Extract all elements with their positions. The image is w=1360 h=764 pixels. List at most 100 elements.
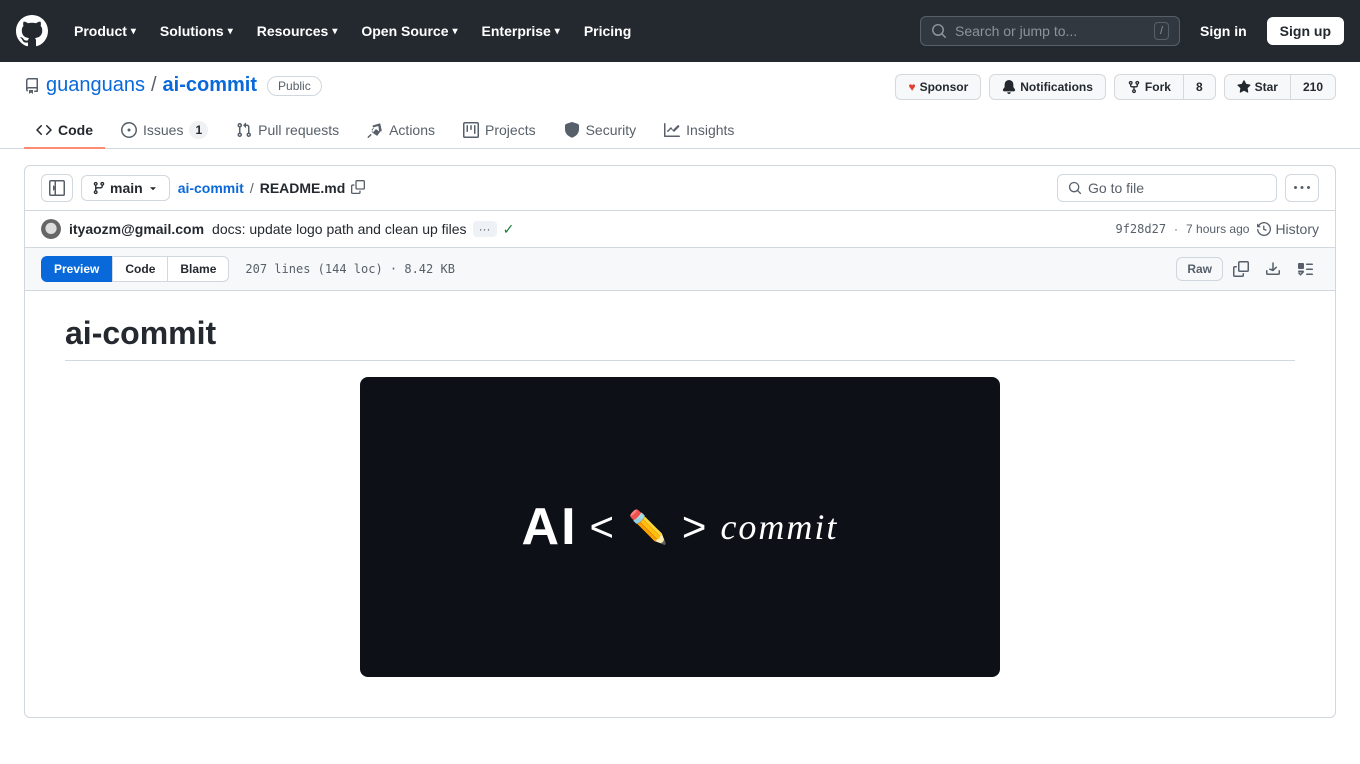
notifications-button[interactable]: Notifications [989, 74, 1106, 100]
product-chevron-icon: ▾ [131, 26, 136, 37]
star-button[interactable]: Star [1224, 74, 1291, 100]
history-button[interactable]: History [1257, 221, 1319, 237]
file-actions: Raw [1176, 257, 1319, 281]
sidebar-icon [49, 180, 65, 196]
readme-banner-image: AI < ✏️ > commit [360, 377, 1000, 677]
repo-tabs: Code Issues 1 Pull requests Actions Proj… [24, 113, 1336, 148]
security-icon [564, 122, 580, 138]
search-icon [931, 23, 947, 39]
search-shortcut: / [1154, 22, 1169, 40]
view-tabs: Preview Code Blame [41, 256, 229, 282]
preview-tab[interactable]: Preview [41, 256, 112, 282]
repo-owner-link[interactable]: guanguans [46, 74, 145, 97]
branch-selector[interactable]: main [81, 175, 170, 201]
logo-container: AI < ✏️ > commit [522, 497, 839, 557]
search-input[interactable] [955, 23, 1146, 39]
nav-enterprise[interactable]: Enterprise ▾ [472, 17, 570, 45]
outline-button[interactable] [1291, 257, 1319, 281]
fork-button[interactable]: Fork [1114, 74, 1184, 100]
nav-solutions[interactable]: Solutions ▾ [150, 17, 243, 45]
file-stats: 207 lines (144 loc) · 8.42 KB [245, 262, 455, 276]
heart-icon: ♥ [908, 80, 915, 94]
commit-hash: 9f28d27 [1115, 222, 1166, 236]
raw-button[interactable]: Raw [1176, 257, 1223, 281]
nav-product[interactable]: Product ▾ [64, 17, 146, 45]
actions-icon [367, 122, 383, 138]
insights-icon [664, 122, 680, 138]
tab-insights[interactable]: Insights [652, 113, 746, 149]
enterprise-chevron-icon: ▾ [555, 26, 560, 37]
file-breadcrumb: ai-commit / README.md [178, 178, 1049, 199]
nav-right: / Sign in Sign up [920, 16, 1344, 46]
fork-group: Fork 8 [1114, 74, 1216, 100]
tab-actions[interactable]: Actions [355, 113, 447, 149]
tab-security[interactable]: Security [552, 113, 649, 149]
commit-timestamp: 7 hours ago [1186, 222, 1249, 236]
file-view-header: main ai-commit / README.md Go to file [24, 165, 1336, 211]
readme-title: ai-commit [65, 315, 1295, 361]
nav-pricing[interactable]: Pricing [574, 17, 641, 45]
search-box[interactable]: / [920, 16, 1180, 46]
star-group: Star 210 [1224, 74, 1336, 100]
logo-right-bracket: > [682, 503, 709, 551]
star-count-button[interactable]: 210 [1291, 74, 1336, 100]
bell-icon [1002, 80, 1016, 94]
nav-items: Product ▾ Solutions ▾ Resources ▾ Open S… [64, 17, 641, 45]
fork-icon [1127, 80, 1141, 94]
tab-pull-requests[interactable]: Pull requests [224, 113, 351, 149]
file-breadcrumb-current: README.md [260, 180, 346, 196]
logo-ai-text: AI [522, 497, 578, 557]
visibility-badge: Public [267, 76, 322, 96]
pr-icon [236, 122, 252, 138]
more-options-icon [1294, 180, 1310, 196]
commit-time: · [1174, 222, 1178, 236]
readme-content: ai-commit AI < ✏️ > commit [24, 291, 1336, 718]
code-icon [36, 122, 52, 138]
check-status-icon: ✓ [503, 221, 515, 238]
file-breadcrumb-repo-link[interactable]: ai-commit [178, 180, 244, 196]
sidebar-toggle-button[interactable] [41, 174, 73, 202]
logo-pencil: ✏️ [628, 508, 670, 546]
signup-button[interactable]: Sign up [1267, 17, 1344, 45]
branch-icon [92, 181, 106, 195]
tab-code[interactable]: Code [24, 113, 105, 149]
tab-projects[interactable]: Projects [451, 113, 548, 149]
projects-icon [463, 122, 479, 138]
nav-open-source[interactable]: Open Source ▾ [351, 17, 467, 45]
code-tab[interactable]: Code [112, 256, 168, 282]
commit-message: docs: update logo path and clean up file… [212, 221, 467, 237]
goto-file-button[interactable]: Go to file [1057, 174, 1277, 202]
breadcrumb: guanguans / ai-commit Public [24, 74, 322, 97]
logo-commit-text: commit [720, 506, 838, 548]
issues-icon [121, 122, 137, 138]
list-icon [1297, 261, 1313, 277]
search-small-icon [1068, 181, 1082, 195]
commit-author-avatar [41, 219, 61, 239]
breadcrumb-slash: / [248, 180, 256, 196]
copy-raw-button[interactable] [1227, 257, 1255, 281]
nav-resources[interactable]: Resources ▾ [247, 17, 348, 45]
copy-path-button[interactable] [349, 178, 367, 199]
history-icon [1257, 222, 1271, 236]
star-icon [1237, 80, 1251, 94]
solutions-chevron-icon: ▾ [228, 26, 233, 37]
commit-author: ityaozm@gmail.com [69, 221, 204, 237]
more-options-button[interactable] [1285, 174, 1319, 202]
file-controls: Preview Code Blame 207 lines (144 loc) ·… [24, 248, 1336, 291]
blame-tab[interactable]: Blame [168, 256, 229, 282]
commit-right: 9f28d27 · 7 hours ago History [1115, 221, 1319, 237]
top-navigation: Product ▾ Solutions ▾ Resources ▾ Open S… [0, 0, 1360, 62]
logo-left-bracket: < [590, 503, 617, 551]
copy-icon [351, 180, 365, 194]
commit-bar: ityaozm@gmail.com docs: update logo path… [24, 211, 1336, 248]
tab-issues[interactable]: Issues 1 [109, 113, 220, 149]
open-source-chevron-icon: ▾ [453, 26, 458, 37]
repo-name-link[interactable]: ai-commit [163, 74, 257, 97]
fork-count-button[interactable]: 8 [1184, 74, 1216, 100]
commit-expand-button[interactable]: ··· [473, 221, 497, 237]
signin-button[interactable]: Sign in [1188, 18, 1259, 44]
repo-header: guanguans / ai-commit Public ♥ Sponsor N… [0, 62, 1360, 149]
github-logo[interactable] [16, 15, 48, 47]
sponsor-button[interactable]: ♥ Sponsor [895, 74, 981, 100]
download-button[interactable] [1259, 257, 1287, 281]
